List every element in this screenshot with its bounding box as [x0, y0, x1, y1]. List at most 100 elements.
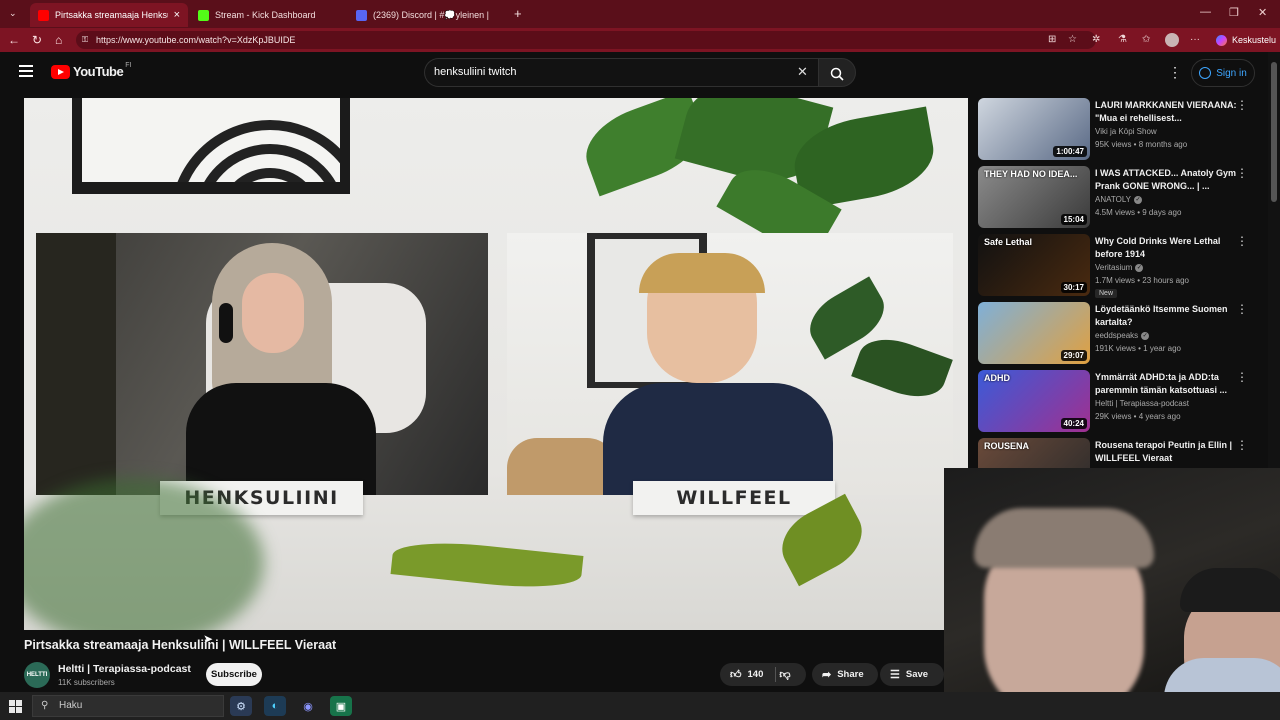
video-actions-kebab-icon[interactable]: ⋮ — [1236, 98, 1248, 112]
scrollbar-thumb[interactable] — [1271, 62, 1277, 202]
like-dislike-group: 👍︎ 140 👎︎ — [720, 663, 806, 686]
second-person-cap — [1180, 568, 1280, 612]
like-icon[interactable]: 👍︎ — [730, 668, 742, 681]
search-button[interactable] — [818, 58, 856, 87]
close-window-icon[interactable]: ✕ — [1258, 6, 1267, 19]
taskbar-search-input[interactable]: ⚲ Haku — [32, 695, 224, 717]
sign-in-button[interactable]: Sign in — [1191, 59, 1255, 87]
clear-search-icon[interactable]: ✕ — [797, 64, 808, 80]
recommended-video-title[interactable]: Rousena terapoi Peutin ja Ellin | WILLFE… — [1095, 439, 1237, 465]
copilot-button[interactable]: Keskustelu — [1210, 31, 1280, 49]
channel-avatar[interactable]: HELTTI — [24, 662, 50, 688]
recommended-video[interactable]: Safe Lethal 30:17 Why Cold Drinks Were Let… — [978, 234, 1268, 298]
tab-actions-chevron-icon[interactable]: ⌄ — [9, 8, 17, 19]
recommended-video-title[interactable]: Why Cold Drinks Were Lethal before 1914 — [1095, 235, 1237, 261]
site-info-icon[interactable]: ⚿ — [82, 31, 88, 49]
video-thumbnail[interactable]: ADHD 40:24 — [978, 370, 1090, 432]
recommended-video-title[interactable]: Ymmärrät ADHD:ta ja ADD:ta paremmin tämä… — [1095, 371, 1237, 397]
close-tab-icon[interactable]: × — [174, 9, 180, 21]
favorite-star-icon[interactable]: ☆ — [1068, 34, 1077, 45]
thumbnail-text: THEY HAD NO IDEA... — [984, 169, 1078, 179]
reload-icon[interactable]: ↻ — [32, 33, 42, 47]
youtube-logo[interactable]: YouTube FI — [51, 62, 131, 79]
settings-kebab-icon[interactable]: ⋮ — [1168, 64, 1182, 81]
hamburger-menu-icon[interactable] — [19, 65, 33, 80]
maximize-icon[interactable]: ❐ — [1229, 6, 1239, 19]
steam-icon[interactable]: ⚙ — [230, 696, 252, 716]
save-button[interactable]: ☰ Save — [880, 663, 944, 686]
tab-youtube[interactable]: Pirtsakka streamaaja Henksuliini × — [30, 3, 188, 27]
recommended-channel[interactable]: Heltti | Terapiassa-podcast — [1095, 399, 1189, 408]
recommended-video-title[interactable]: LAURI MARKKANEN VIERAANA: "Mua ei rehell… — [1095, 99, 1237, 125]
like-divider — [775, 667, 776, 682]
duration-badge: 40:24 — [1060, 418, 1087, 429]
youtube-favicon-icon — [38, 9, 49, 21]
recommended-channel[interactable]: Viki ja Köpi Show — [1095, 127, 1157, 136]
youtube-header: YouTube FI henksuliini twitch ✕ ⋮ Sign i… — [0, 52, 1268, 94]
recommended-video[interactable]: 1:00:47 LAURI MARKKANEN VIERAANA: "Mua ei… — [978, 98, 1268, 162]
edge-icon[interactable]: ◐ — [264, 696, 286, 716]
dislike-icon[interactable]: 👎︎ — [779, 668, 790, 681]
extensions-icon[interactable]: ✲ — [1092, 34, 1100, 45]
back-icon[interactable]: ← — [8, 33, 20, 47]
url-text: https://www.youtube.com/watch?v=XdzKpJBU… — [96, 35, 296, 45]
recommended-channel[interactable]: ANATOLY ✓ — [1095, 195, 1143, 204]
channel-name[interactable]: Heltti | Terapiassa-podcast — [58, 663, 191, 675]
app-icon[interactable]: ▣ — [330, 696, 352, 716]
tab-kick[interactable]: Stream - Kick Dashboard — [190, 3, 346, 27]
channel-label: Viki ja Köpi Show — [1095, 127, 1157, 136]
copilot-icon — [1216, 34, 1227, 46]
recommended-meta: 4.5M views • 9 days ago — [1095, 208, 1182, 217]
channel-label: Veritasium — [1095, 263, 1133, 272]
install-app-icon[interactable]: ⊞ — [1048, 34, 1056, 45]
rattan-chair — [507, 438, 617, 495]
recommended-channel[interactable]: eeddspeaks ✓ — [1095, 331, 1150, 340]
favorites-icon[interactable]: ✩ — [1142, 34, 1150, 45]
video-actions-kebab-icon[interactable]: ⋮ — [1236, 302, 1248, 316]
recommended-video-title[interactable]: I WAS ATTACKED... Anatoly Gym Prank GONE… — [1095, 167, 1237, 193]
search-input[interactable]: henksuliini twitch — [424, 58, 818, 87]
recommended-video[interactable]: 29:07 Löydetäänkö Itsemme Suomen kartalta… — [978, 302, 1268, 366]
duration-badge: 30:17 — [1060, 282, 1087, 293]
minimize-icon[interactable]: — — [1200, 6, 1211, 18]
share-button[interactable]: ➦ Share — [812, 663, 878, 686]
address-bar[interactable]: ⚿ https://www.youtube.com/watch?v=XdzKpJ… — [76, 31, 1096, 49]
more-options-icon[interactable]: ··· — [1190, 34, 1200, 45]
video-thumbnail[interactable]: Safe Lethal 30:17 — [978, 234, 1090, 296]
profile-avatar[interactable] — [1165, 33, 1179, 47]
recommended-channel[interactable]: Veritasium ✓ — [1095, 263, 1144, 272]
verified-icon: ✓ — [1134, 195, 1143, 204]
recommended-meta: 1.7M views • 23 hours ago — [1095, 276, 1189, 285]
share-icon: ➦ — [822, 669, 832, 681]
channel-label: eeddspeaks — [1095, 331, 1139, 340]
recommended-video-title[interactable]: Löydetäänkö Itsemme Suomen kartalta? — [1095, 303, 1237, 329]
video-title: Pirtsakka streamaaja Henksuliini | WILLF… — [24, 638, 337, 652]
recommended-video[interactable]: ADHD 40:24 Ymmärrät ADHD:ta ja ADD:ta pare… — [978, 370, 1268, 434]
discord-icon[interactable]: ◉ — [297, 696, 319, 716]
video-actions-kebab-icon[interactable]: ⋮ — [1236, 234, 1248, 248]
home-icon[interactable]: ⌂ — [55, 33, 62, 47]
duration-badge: 29:07 — [1060, 350, 1087, 361]
youtube-wordmark: YouTube — [73, 64, 124, 79]
streamer-webcam-overlay — [944, 468, 1280, 693]
camera-feed-henksuliini — [36, 233, 488, 495]
new-tab-icon[interactable]: + — [514, 6, 522, 21]
like-count[interactable]: 140 — [748, 669, 764, 680]
windows-start-icon[interactable] — [9, 700, 22, 713]
video-thumbnail[interactable]: 29:07 — [978, 302, 1090, 364]
video-actions-kebab-icon[interactable]: ⋮ — [1236, 370, 1248, 384]
tab-discord[interactable]: (2369) Discord | #💭yleinen | Dun — [348, 3, 512, 27]
second-person-hoodie — [1164, 658, 1280, 693]
collections-icon[interactable]: ⚗ — [1118, 34, 1127, 45]
croton-leaf — [390, 536, 584, 594]
video-actions-kebab-icon[interactable]: ⋮ — [1236, 166, 1248, 180]
video-thumbnail[interactable]: 1:00:47 — [978, 98, 1090, 160]
channel-label: ANATOLY — [1095, 195, 1132, 204]
duration-badge: 15:04 — [1060, 214, 1087, 225]
video-actions-kebab-icon[interactable]: ⋮ — [1236, 438, 1248, 452]
video-thumbnail[interactable]: THEY HAD NO IDEA... 15:04 — [978, 166, 1090, 228]
subscribe-button[interactable]: Subscribe — [206, 663, 262, 686]
recommended-video[interactable]: THEY HAD NO IDEA... 15:04 I WAS ATTACKED..… — [978, 166, 1268, 230]
sign-in-label: Sign in — [1216, 67, 1247, 79]
video-player[interactable]: HENKSULIINI WILLFEEL — [24, 98, 968, 630]
